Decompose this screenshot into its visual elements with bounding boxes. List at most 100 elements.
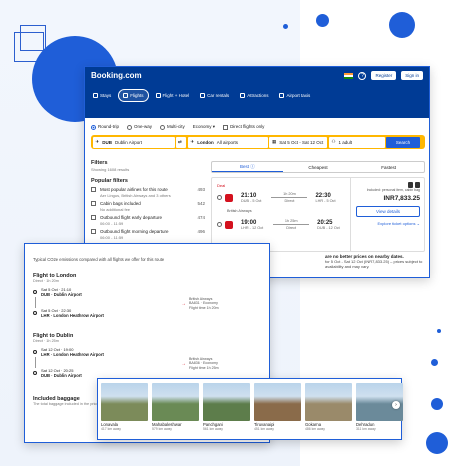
stop-dot-icon: [33, 371, 37, 375]
stops: Direct: [286, 226, 297, 230]
tab-best[interactable]: Best ⓘ: [212, 162, 283, 172]
flag-icon[interactable]: [344, 72, 354, 79]
stop-text: Sat 12 Oct · 19:00 LHR · London Heathrow …: [41, 347, 104, 357]
route-line: [34, 297, 36, 308]
calendar-icon: ▦: [272, 139, 277, 144]
price-column: Included: personal item, cabin bag INR7,…: [350, 178, 425, 251]
stop-text: Sat 5 Oct · 22:30 LHR · London Heathrow A…: [41, 308, 104, 318]
departure-stop: Sat 12 Oct · 19:00 LHR · London Heathrow …: [33, 347, 104, 357]
decorative-dot: [431, 398, 443, 410]
destinations-carousel: Lonavala 417 km away Mahabaleshwar 579 km …: [97, 378, 403, 440]
filter-item[interactable]: Cabin bags included No additional fee 542: [91, 201, 205, 212]
tab-cheapest[interactable]: Cheapest: [283, 162, 354, 172]
destination-distance: 486 km away: [305, 427, 325, 431]
nav-airport-taxis[interactable]: Airport taxis: [275, 89, 314, 102]
swap-button[interactable]: ⇄: [176, 136, 186, 148]
nav-attractions[interactable]: Attractions: [236, 89, 272, 102]
nav-label: Flights: [130, 93, 144, 98]
stop-dot-icon: [33, 290, 37, 294]
help-icon[interactable]: ?: [358, 71, 367, 80]
stops: Direct: [284, 199, 295, 203]
airline-logo: [225, 220, 233, 229]
main-nav: Stays Flights Flight + Hotel Car rentals…: [89, 89, 314, 102]
plane-hotel-icon: [155, 93, 161, 98]
filter-count: 493: [197, 187, 205, 192]
arrow-icon: →: [181, 301, 186, 307]
stop-airport: LHR · London Heathrow Airport: [41, 313, 104, 318]
destination-card[interactable]: Gokarna 486 km away: [305, 383, 352, 435]
banner-sub: for 5 Oct - Sat 12 Oct (INR7,833.25) – p…: [325, 259, 423, 269]
sign-in-button[interactable]: Sign in: [401, 71, 423, 80]
nav-label: Stays: [100, 93, 112, 98]
chevron-down-icon: ⌄: [416, 221, 420, 226]
destination-card[interactable]: Dehradun 311 km away: [356, 383, 403, 435]
stop-airport: DUB · Dublin Airport: [41, 373, 82, 378]
chevron-right-icon[interactable]: ›: [392, 401, 400, 409]
destination-card[interactable]: Panchgani 561 km away: [203, 383, 250, 435]
checkbox-icon: [91, 229, 96, 234]
view-details-button[interactable]: View details: [356, 206, 420, 217]
decorative-dot: [389, 12, 415, 38]
stop-dot-icon: [33, 350, 37, 354]
to-field[interactable]: ✈ London All airports: [187, 136, 268, 148]
destination-distance: 579 km away: [152, 427, 172, 431]
arr-code: LHR - 5 Oct: [315, 198, 336, 203]
dates-field[interactable]: ▦ Sat 5 Oct - Sat 12 Oct: [269, 136, 327, 148]
radio-label: One-way: [134, 124, 153, 130]
arr-block: 20:25 DUB - 12 Oct: [317, 220, 340, 230]
filter-item[interactable]: Outbound flight morning departure 06:00 -…: [91, 229, 205, 240]
filter-text: Most popular airlines for this route Aer …: [100, 187, 195, 198]
nav-stays[interactable]: Stays: [89, 89, 115, 102]
filter-item[interactable]: Most popular airlines for this route Aer …: [91, 187, 205, 198]
stop-text: Sat 12 Oct · 20:25 DUB · Dublin Airport: [41, 368, 82, 378]
destination-card[interactable]: Lonavala 417 km away: [101, 383, 148, 435]
car-icon: [200, 93, 206, 98]
outbound-section: Flight to London Direct · 1h 20m Sat 5 O…: [33, 273, 104, 318]
sort-tabs: Best ⓘ Cheapest Fastest: [211, 161, 425, 173]
filter-sub: 06:00 - 11:59: [100, 234, 124, 240]
section-sub: Direct · 1h 20m: [33, 279, 59, 283]
from-field[interactable]: ✈ DUB Dublin Airport: [92, 136, 175, 148]
route-line: [271, 197, 308, 198]
flight-time: Flight time 1h 25m: [189, 365, 219, 370]
destination-card[interactable]: Tiruvanaipi 451 km away: [254, 383, 301, 435]
cabin-class-select[interactable]: Economy ▾: [193, 124, 215, 130]
route-line: [34, 357, 36, 368]
destination-distance: 451 km away: [254, 427, 274, 431]
radio-icon: [160, 124, 166, 130]
price-banner: are no better prices on nearby dates. fo…: [325, 254, 429, 269]
register-button[interactable]: Register: [371, 71, 397, 80]
travellers-field[interactable]: ⚇ 1 adult: [328, 136, 385, 148]
round-trip-radio[interactable]: Round-trip: [91, 124, 119, 130]
explore-ticket-options-link[interactable]: Explore ticket options ⌄: [356, 221, 420, 226]
nav-car-rentals[interactable]: Car rentals: [196, 89, 233, 102]
search-button[interactable]: Search: [386, 136, 420, 148]
departure-stop: Sat 5 Oct · 21:10 DUB · Dublin Airport: [33, 287, 104, 297]
checkbox-label: Direct flights only: [230, 124, 265, 130]
section-sub: The total baggage included in the price: [33, 402, 99, 406]
inbound-operator: British Airways BA836 · Economy Flight tim…: [189, 357, 219, 370]
to-code: London: [197, 139, 214, 145]
dep-code: LHR - 12 Oct: [241, 225, 264, 230]
filter-item[interactable]: Outbound flight early departure 06:00 - 1…: [91, 215, 205, 226]
direct-flights-checkbox[interactable]: Direct flights only: [223, 124, 265, 130]
logo[interactable]: Booking.com: [91, 71, 142, 80]
flight-result-card[interactable]: Deal 21:10 DUB - 5 Oct 1h 20m Direct 22:30…: [211, 177, 425, 252]
screenshot-stage: Booking.com ? Register Sign in Stays Fli…: [0, 0, 457, 466]
nav-flight-hotel[interactable]: Flight + Hotel: [152, 89, 194, 102]
filter-text: Outbound flight morning departure 06:00 -…: [100, 229, 195, 240]
checkbox-icon: [223, 124, 229, 130]
stop-dot-icon: [33, 311, 37, 315]
checkbox-icon: [91, 201, 96, 206]
multi-city-radio[interactable]: Multi-city: [160, 124, 185, 130]
tab-fastest[interactable]: Fastest: [353, 162, 424, 172]
dep-block: 19:00 LHR - 12 Oct: [241, 220, 263, 230]
destination-card[interactable]: Mahabaleshwar 579 km away: [152, 383, 199, 435]
info-icon[interactable]: ⓘ: [250, 164, 255, 170]
one-way-radio[interactable]: One-way: [127, 124, 153, 130]
cabin-class-value: Economy: [192, 124, 212, 129]
nav-flights[interactable]: Flights: [118, 89, 149, 102]
arrival-stop: Sat 5 Oct · 22:30 LHR · London Heathrow A…: [33, 308, 104, 318]
plane-icon: ✈: [190, 139, 195, 144]
popular-filters-title: Popular filters: [91, 178, 128, 184]
